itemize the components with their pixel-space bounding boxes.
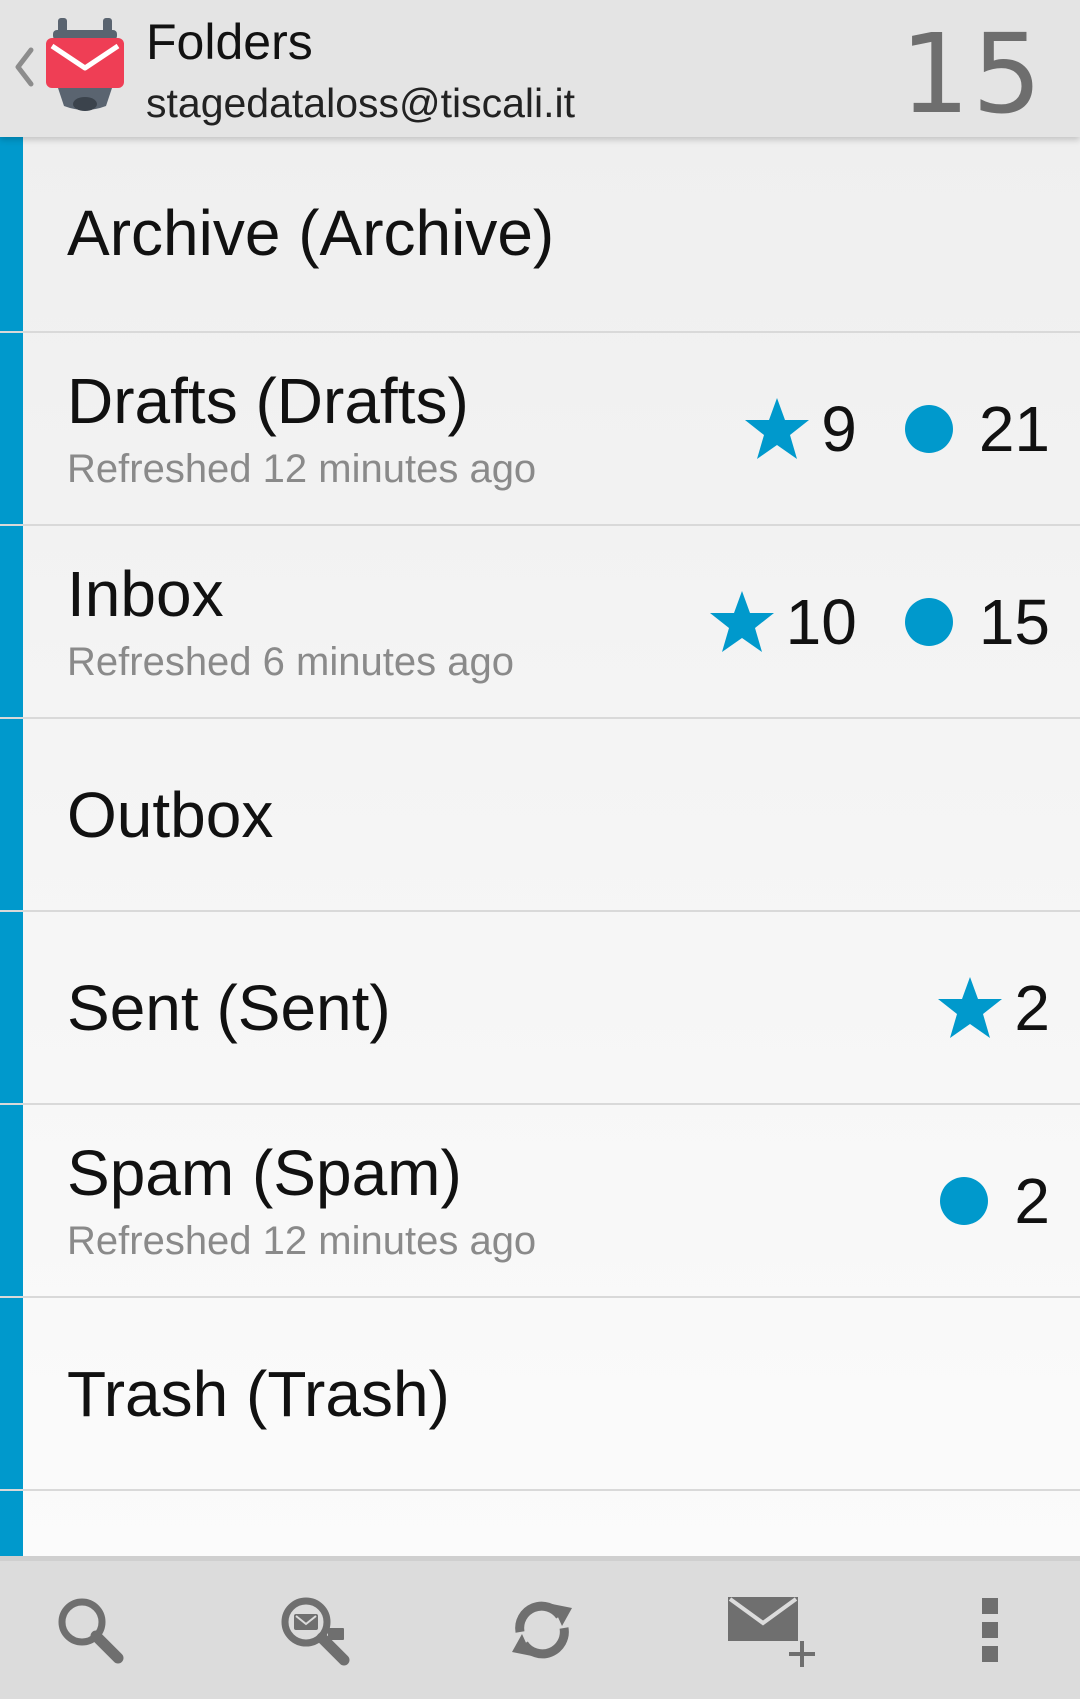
flagged-count-value: 2 — [1014, 971, 1050, 1044]
folder-color-marker — [0, 333, 23, 524]
folder-row-inbox[interactable]: Inbox Refreshed 6 minutes ago 10 15 — [0, 526, 1080, 719]
folder-counts: 9 21 — [743, 333, 1050, 524]
folder-color-marker — [0, 1491, 23, 1556]
folder-name: Sent (Sent) — [67, 972, 391, 1044]
folder-row-partial[interactable] — [0, 1491, 1080, 1556]
folder-list[interactable]: Archive (Archive) Drafts (Drafts) Refres… — [0, 137, 1080, 1556]
compose-icon — [728, 1597, 815, 1667]
folder-name: Archive (Archive) — [67, 197, 555, 269]
unread-count[interactable]: 15 — [904, 584, 1050, 660]
search-icon — [58, 1598, 124, 1664]
folder-name: Outbox — [67, 779, 274, 851]
search-button[interactable] — [10, 1561, 170, 1699]
refresh-button[interactable] — [462, 1561, 622, 1699]
unread-dot-icon — [904, 597, 953, 646]
folder-refresh-status: Refreshed 12 minutes ago — [67, 1219, 537, 1263]
folder-counts: 10 15 — [708, 526, 1050, 717]
folder-row-archive[interactable]: Archive (Archive) — [0, 137, 1080, 333]
folder-counts: 2 — [940, 1105, 1050, 1296]
bottom-action-bar — [0, 1556, 1080, 1699]
unread-count[interactable]: 2 — [940, 1163, 1050, 1239]
folder-name: Inbox — [67, 558, 224, 630]
folder-row-outbox[interactable]: Outbox — [0, 719, 1080, 912]
action-bar: Folders stagedataloss@tiscali.it 15 — [0, 0, 1080, 137]
folder-row-trash[interactable]: Trash (Trash) — [0, 1298, 1080, 1491]
compose-button[interactable] — [690, 1561, 850, 1699]
account-email: stagedataloss@tiscali.it — [146, 80, 576, 126]
overflow-menu-icon — [982, 1598, 998, 1662]
folder-name: Drafts (Drafts) — [67, 365, 469, 437]
flagged-count[interactable]: 9 — [743, 391, 857, 467]
folder-row-sent[interactable]: Sent (Sent) 2 — [0, 912, 1080, 1105]
folder-name: Spam (Spam) — [67, 1137, 462, 1209]
folder-counts: 2 — [936, 912, 1050, 1103]
unread-dot-icon — [940, 1176, 989, 1225]
flagged-count[interactable]: 2 — [936, 970, 1050, 1046]
page-title: Folders — [146, 14, 313, 70]
folder-name: Trash (Trash) — [67, 1358, 450, 1430]
folder-refresh-status: Refreshed 6 minutes ago — [67, 640, 514, 684]
folder-row-spam[interactable]: Spam (Spam) Refreshed 12 minutes ago 2 — [0, 1105, 1080, 1298]
folder-color-marker — [0, 912, 23, 1103]
folder-row-drafts[interactable]: Drafts (Drafts) Refreshed 12 minutes ago… — [0, 333, 1080, 526]
folder-color-marker — [0, 526, 23, 717]
flagged-count-value: 9 — [821, 392, 857, 465]
star-icon — [745, 397, 810, 459]
star-icon — [709, 590, 774, 652]
folder-color-marker — [0, 719, 23, 910]
flagged-count-value: 10 — [785, 585, 857, 658]
unread-count-value: 21 — [978, 392, 1050, 465]
unread-count-value: 15 — [978, 585, 1050, 658]
folder-color-marker — [0, 1105, 23, 1296]
unread-count[interactable]: 21 — [904, 391, 1050, 467]
folder-color-marker — [0, 137, 23, 331]
folder-refresh-status: Refreshed 12 minutes ago — [67, 447, 537, 491]
overflow-menu-button[interactable] — [910, 1561, 1070, 1699]
search-remote-button[interactable] — [234, 1561, 394, 1699]
star-icon — [938, 976, 1003, 1038]
flagged-count[interactable]: 10 — [708, 584, 857, 660]
k9-mail-logo-icon[interactable] — [44, 16, 126, 114]
unread-count-value: 2 — [1014, 1164, 1050, 1237]
unread-count: 15 — [900, 10, 1044, 138]
search-remote-icon — [281, 1597, 350, 1666]
unread-dot-icon — [904, 404, 953, 453]
folder-color-marker — [0, 1298, 23, 1489]
chevron-left-icon[interactable] — [11, 42, 37, 92]
refresh-icon — [512, 1601, 572, 1659]
